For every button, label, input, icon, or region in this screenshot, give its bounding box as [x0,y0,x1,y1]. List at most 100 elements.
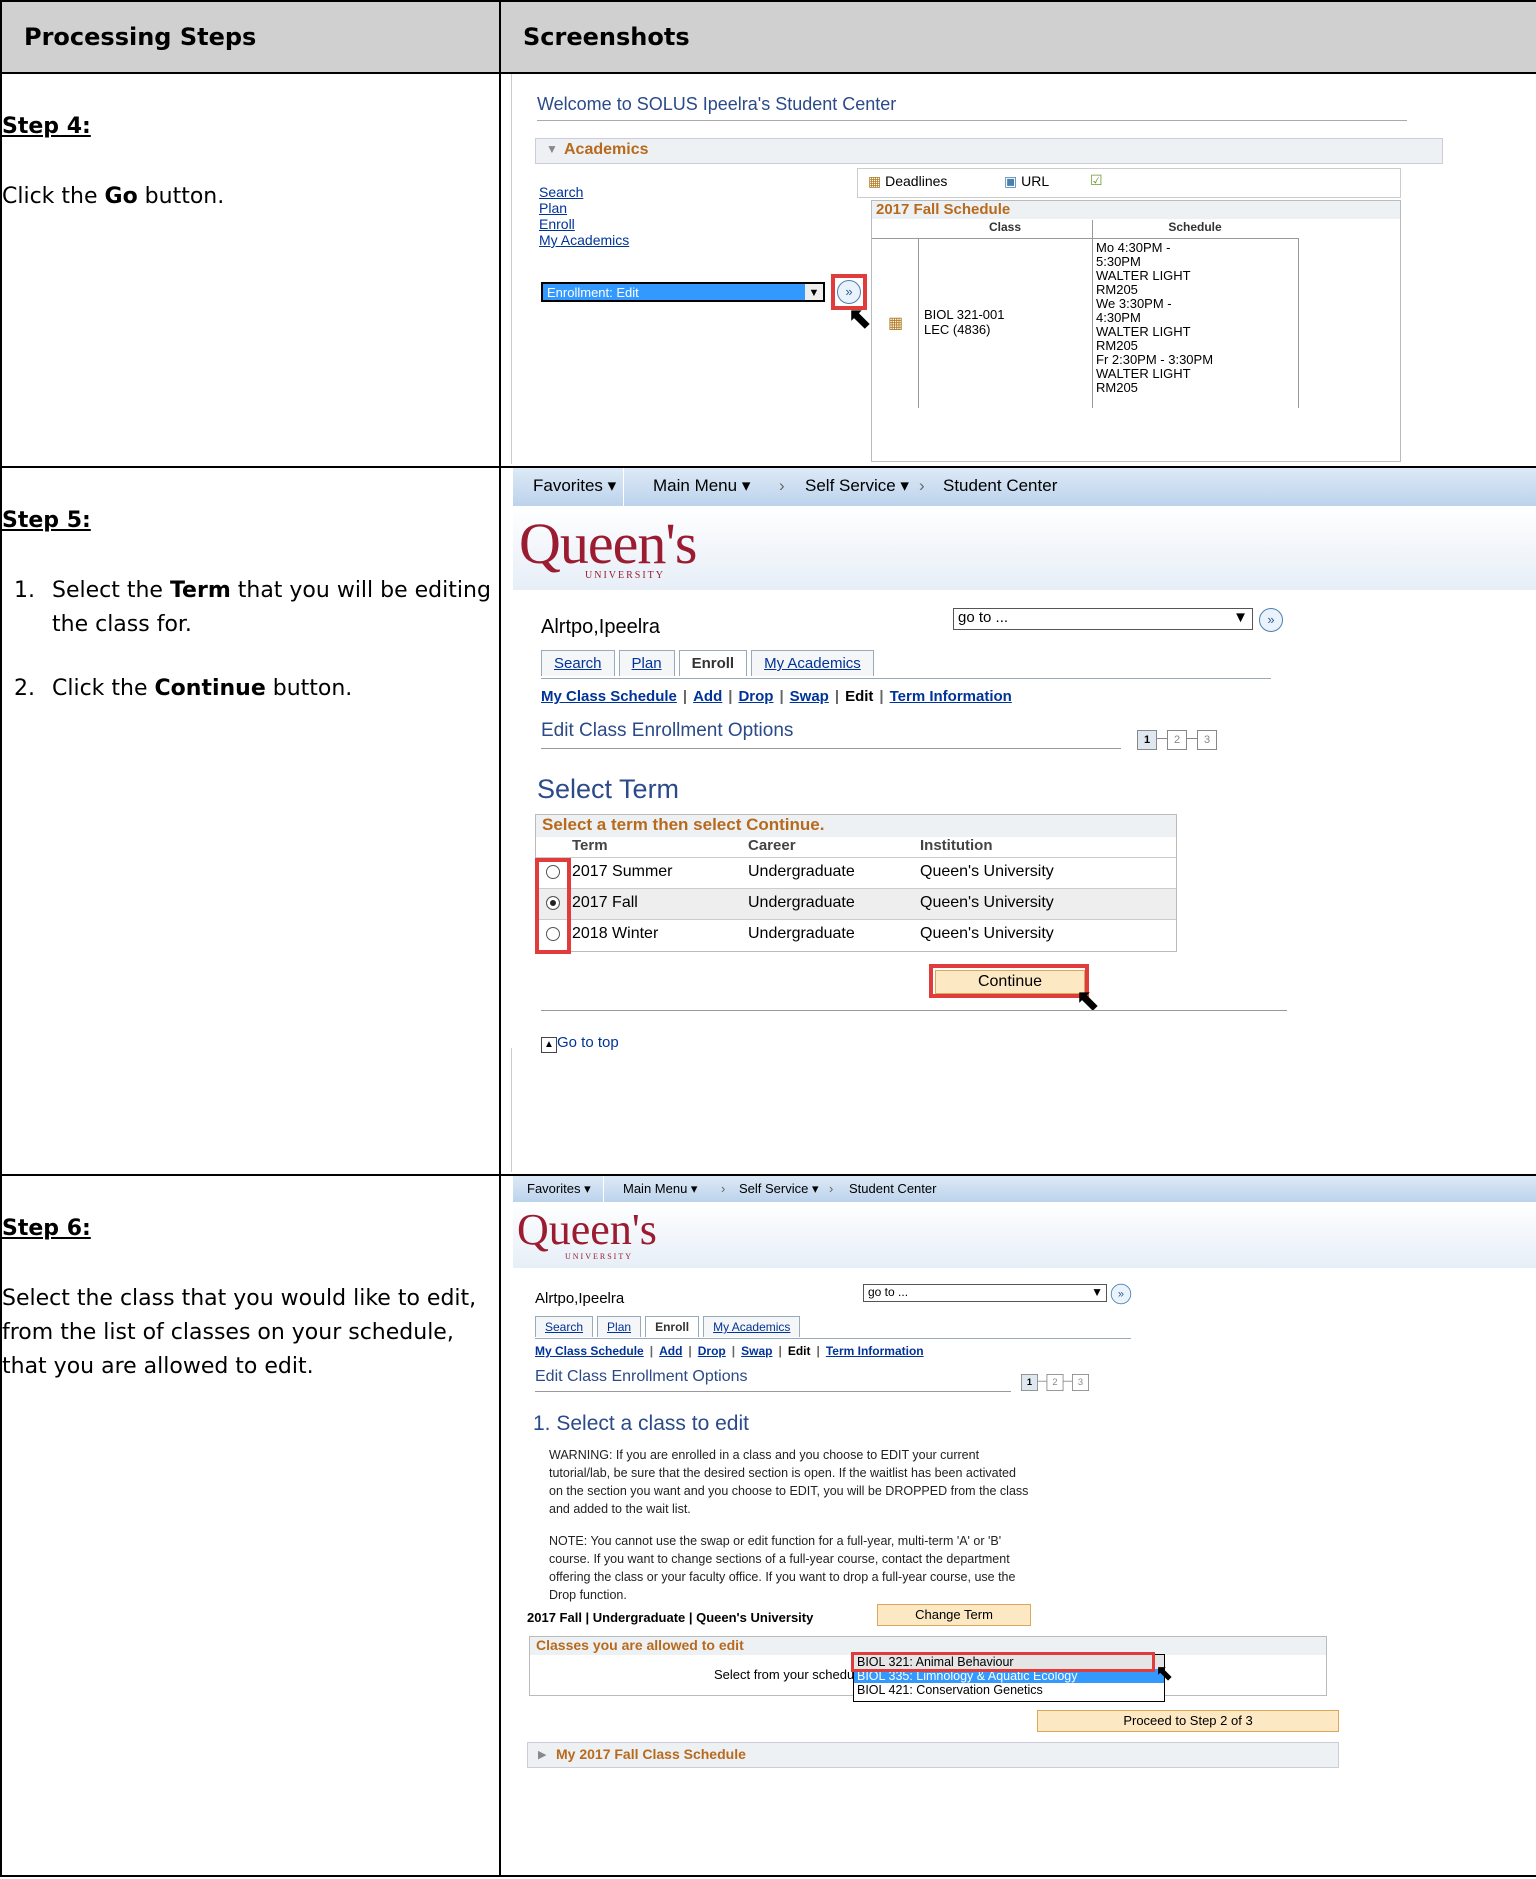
institution-cell: Queen's University [920,925,1054,942]
term-row[interactable]: 2017 Fall Undergraduate Queen's University [536,888,1176,919]
schedule-collapsible[interactable]: ▶ My 2017 Fall Class Schedule [527,1742,1339,1768]
academics-header[interactable]: ▼ Academics [535,138,1443,164]
class-option[interactable]: BIOL 421: Conservation Genetics [854,1683,1164,1697]
favorites-menu[interactable]: Favorites ▾ [533,476,616,496]
subnav-add[interactable]: Add [659,1344,682,1358]
tab-enroll[interactable]: Enroll [678,650,748,676]
mouse-cursor-icon: ⬉ [1155,1660,1174,1685]
proceed-button[interactable]: Proceed to Step 2 of 3 [1037,1710,1339,1732]
tab-my-academics[interactable]: My Academics [751,650,874,676]
career-header: Career [748,837,796,854]
term-row[interactable]: 2017 Summer Undergraduate Queen's Universi… [536,857,1176,888]
tab-plan[interactable]: Plan [618,650,675,676]
go-button[interactable]: » [837,280,861,304]
student-center-crumb[interactable]: Student Center [943,476,1057,496]
self-service-menu[interactable]: Self Service ▾ [805,476,909,496]
student-name: Alrtpo,Ipeelra [541,616,660,638]
enroll-link[interactable]: Enroll [539,216,629,232]
logo-banner: Queen's UNIVERSITY [513,506,1536,590]
step6-heading: Step 6: [2,1216,91,1241]
tab-my-academics[interactable]: My Academics [703,1316,801,1337]
term-cell: 2017 Summer [572,863,673,880]
subnav-term-information[interactable]: Term Information [826,1344,924,1358]
option-highlight [851,1652,1155,1672]
radio-highlight [535,858,571,954]
subnav-swap[interactable]: Swap [741,1344,772,1358]
tab-strip: Search Plan Enroll My Academics [541,650,878,678]
main-menu[interactable]: Main Menu ▾ [623,1181,697,1197]
step-indicator: 123 [1021,1374,1089,1391]
subnav-edit[interactable]: Edit [845,688,873,705]
subnav-divider: | [879,688,884,705]
page-title: Edit Class Enrollment Options [541,720,794,741]
goto-go-button[interactable]: » [1259,608,1283,632]
tab-enroll[interactable]: Enroll [645,1316,700,1337]
tab-search[interactable]: Search [541,650,615,676]
logo-subtitle: UNIVERSITY [585,570,665,581]
subnav-divider: | [728,688,733,705]
goto-go-button[interactable]: » [1110,1283,1132,1305]
schedule-col-class: Class [988,220,1022,234]
schedule-line: WALTER LIGHT [1096,366,1191,381]
search-link[interactable]: Search [539,184,629,200]
step-box-3: 3 [1197,730,1217,750]
logo-banner: Queen's UNIVERSITY [513,1202,1536,1268]
step-connector [1187,738,1197,740]
tab-strip: Search Plan Enroll My Academics [535,1316,804,1338]
class-info: BIOL 321-001 LEC (4836) [924,307,1005,337]
breadcrumb-separator: › [779,476,785,495]
subnav-my-class-schedule[interactable]: My Class Schedule [535,1344,644,1358]
subnav-drop[interactable]: Drop [738,688,773,705]
continue-button[interactable]: Continue [935,970,1085,994]
student-name: Alrtpo,Ipeelra [535,1290,625,1307]
steps-table: Processing Steps Screenshots Step 4: Cli… [0,0,1536,1877]
academics-dropdown[interactable]: Enrollment: Edit ▼ [541,282,825,302]
term-grid-title: Select a term then select Continue. [536,815,1176,837]
mouse-cursor-icon: ⬉ [1075,984,1101,1017]
select-term-heading: Select Term [537,774,680,804]
go-to-top-link[interactable]: ▲ Go to top [541,1034,619,1053]
subnav-add[interactable]: Add [693,688,722,705]
subnav-divider: | [816,1344,820,1358]
breadcrumb-separator: › [829,1181,834,1196]
plan-link[interactable]: Plan [539,200,629,216]
goto-select[interactable]: go to ... ▼ [953,608,1253,630]
subnav-term-information[interactable]: Term Information [890,688,1012,705]
schedule-line: 4:30PM [1096,310,1141,325]
schedule-box: 2017 Fall Schedule Class Schedule ▦ BIOL… [871,200,1401,462]
subnav-divider: | [649,1344,654,1358]
academics-title: Academics [564,141,649,158]
checklist-icon[interactable]: ☑ [1090,172,1103,189]
my-academics-link[interactable]: My Academics [539,232,629,248]
change-term-button[interactable]: Change Term [877,1604,1031,1626]
nav-bar: Favorites ▾ Main Menu ▾ › Self Service ▾… [513,1176,1536,1202]
subnav-edit[interactable]: Edit [788,1344,811,1358]
tab-search[interactable]: Search [535,1316,594,1337]
student-center-crumb[interactable]: Student Center [849,1181,936,1196]
favorites-menu[interactable]: Favorites ▾ [527,1181,591,1197]
schedule-title: 2017 Fall Schedule [872,201,1400,219]
warning-text: WARNING: If you are enrolled in a class … [549,1448,1029,1516]
institution-header: Institution [920,837,993,854]
step5-item-2: Click the Continue button. [42,672,499,706]
term-row[interactable]: 2018 Winter Undergraduate Queen's Universi… [536,919,1176,950]
goto-select[interactable]: go to ... ▼ [863,1284,1107,1302]
step5-text-cell: Step 5: Select the Term that you will be… [0,466,501,1176]
step6-screenshot-cell: Favorites ▾ Main Menu ▾ › Self Service ▾… [499,1174,1536,1877]
step5-heading: Step 5: [2,508,91,533]
subnav-swap[interactable]: Swap [790,688,829,705]
subnav-my-class-schedule[interactable]: My Class Schedule [541,688,677,705]
schedule-line: Mo 4:30PM - [1096,240,1171,255]
logo-subtitle: UNIVERSITY [565,1252,633,1261]
main-menu[interactable]: Main Menu ▾ [653,476,750,496]
chevron-down-icon: ▼ [1091,1285,1103,1299]
tab-plan[interactable]: Plan [597,1316,642,1337]
subnav-drop[interactable]: Drop [698,1344,726,1358]
career-cell: Undergraduate [748,894,855,911]
self-service-menu[interactable]: Self Service ▾ [739,1181,819,1197]
step4-screenshot-cell: Welcome to SOLUS Ipeelra's Student Cente… [499,72,1536,468]
schedule-line: WALTER LIGHT [1096,268,1191,283]
col-header-steps: Processing Steps [0,0,501,74]
url-link[interactable]: ▣ URL [1004,173,1049,190]
deadlines-link[interactable]: ▦ Deadlines [868,173,947,190]
